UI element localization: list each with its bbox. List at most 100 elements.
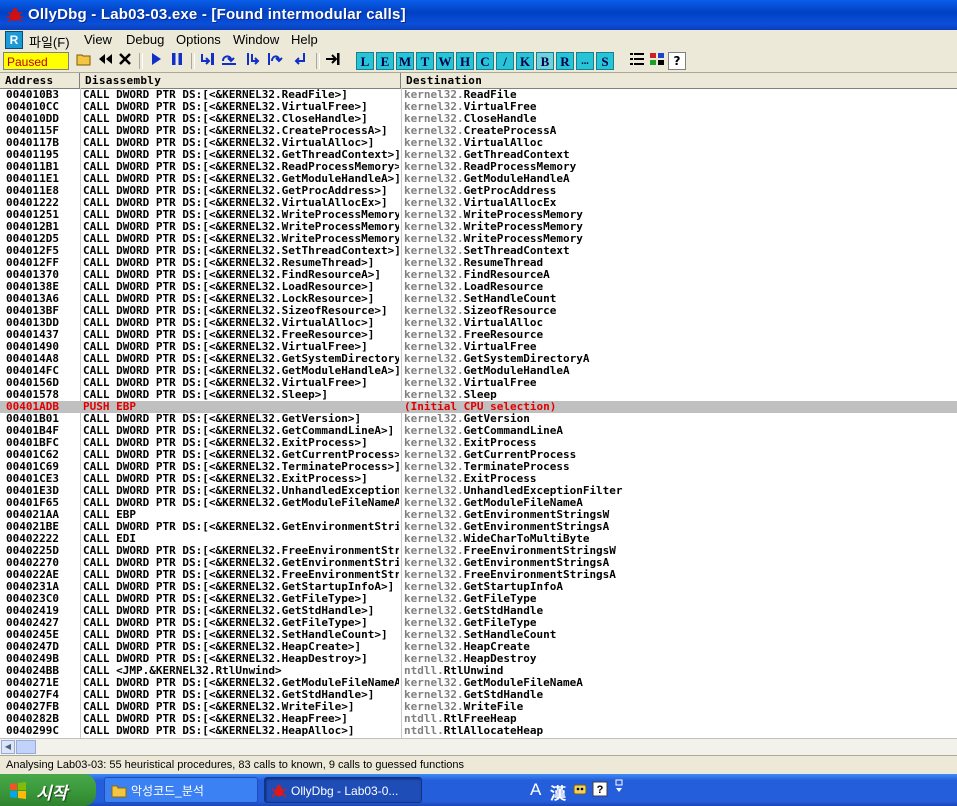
list-icon[interactable] xyxy=(628,52,646,70)
column-destination[interactable]: Destination xyxy=(401,73,957,88)
r-icon[interactable]: R xyxy=(5,31,23,49)
table-row[interactable]: 00401578 CALL DWORD PTR DS:[<&KERNEL32.Sl… xyxy=(0,389,957,401)
step-over-icon[interactable] xyxy=(220,52,238,70)
table-row[interactable]: 004021AA CALL EBP kernel32.GetEnvironmentS… xyxy=(0,509,957,521)
table-row[interactable]: 004013A6 CALL DWORD PTR DS:[<&KERNEL32.Lo… xyxy=(0,293,957,305)
modules-window-button[interactable]: E xyxy=(376,52,394,70)
table-row[interactable]: 004014A8 CALL DWORD PTR DS:[<&KERNEL32.Ge… xyxy=(0,353,957,365)
open-icon[interactable] xyxy=(75,52,93,70)
scroll-left-icon[interactable]: ◀ xyxy=(1,740,15,754)
call-stack-window-button[interactable]: K xyxy=(516,52,534,70)
table-row[interactable]: 00401ADB PUSH EBP (Initial CPU selection) xyxy=(0,401,957,413)
taskbar-item-folder[interactable]: 악성코드_분석 xyxy=(104,777,258,803)
table-row[interactable]: 0040249B CALL DWORD PTR DS:[<&KERNEL32.He… xyxy=(0,653,957,665)
table-row[interactable]: 00401E3D CALL DWORD PTR DS:[<&KERNEL32.Un… xyxy=(0,485,957,497)
table-row[interactable]: 00401CE3 CALL DWORD PTR DS:[<&KERNEL32.Ex… xyxy=(0,473,957,485)
table-row[interactable]: 004021BE CALL DWORD PTR DS:[<&KERNEL32.Ge… xyxy=(0,521,957,533)
help-icon[interactable]: ? xyxy=(668,52,686,70)
source-window-button[interactable]: S xyxy=(596,52,614,70)
table-row[interactable]: 004011B1 CALL DWORD PTR DS:[<&KERNEL32.Re… xyxy=(0,161,957,173)
column-disassembly[interactable]: Disassembly xyxy=(80,73,401,88)
close-icon[interactable] xyxy=(116,52,134,70)
table-row[interactable]: 00401437 CALL DWORD PTR DS:[<&KERNEL32.Fr… xyxy=(0,329,957,341)
table-row[interactable]: 00401251 CALL DWORD PTR DS:[<&KERNEL32.Wr… xyxy=(0,209,957,221)
table-row[interactable]: 00401B01 CALL DWORD PTR DS:[<&KERNEL32.Ge… xyxy=(0,413,957,425)
table-row[interactable]: 004012B1 CALL DWORD PTR DS:[<&KERNEL32.Wr… xyxy=(0,221,957,233)
table-row[interactable]: 00401BFC CALL DWORD PTR DS:[<&KERNEL32.Ex… xyxy=(0,437,957,449)
table-row[interactable]: 0040282B CALL DWORD PTR DS:[<&KERNEL32.He… xyxy=(0,713,957,725)
trace-into-icon[interactable] xyxy=(245,52,263,70)
handles-window-button[interactable]: H xyxy=(456,52,474,70)
table-row[interactable]: 004010DD CALL DWORD PTR DS:[<&KERNEL32.Cl… xyxy=(0,113,957,125)
table-row[interactable]: 004024BB CALL <JMP.&KERNEL32.RtlUnwind> nt… xyxy=(0,665,957,677)
table-row[interactable]: 004012FF CALL DWORD PTR DS:[<&KERNEL32.Re… xyxy=(0,257,957,269)
ime-mode-indicator[interactable]: A xyxy=(530,780,541,800)
references-window-button[interactable]: R xyxy=(556,52,574,70)
table-row[interactable]: 004013DD CALL DWORD PTR DS:[<&KERNEL32.Vi… xyxy=(0,317,957,329)
table-row[interactable]: 0040117B CALL DWORD PTR DS:[<&KERNEL32.Vi… xyxy=(0,137,957,149)
windows-window-button[interactable]: W xyxy=(436,52,454,70)
table-row[interactable]: 004027FB CALL DWORD PTR DS:[<&KERNEL32.Wr… xyxy=(0,701,957,713)
table-row[interactable]: 004010B3 CALL DWORD PTR DS:[<&KERNEL32.Re… xyxy=(0,89,957,101)
table-row[interactable]: 00401222 CALL DWORD PTR DS:[<&KERNEL32.Vi… xyxy=(0,197,957,209)
table-row[interactable]: 004027F4 CALL DWORD PTR DS:[<&KERNEL32.Ge… xyxy=(0,689,957,701)
table-row[interactable]: 004013BF CALL DWORD PTR DS:[<&KERNEL32.Si… xyxy=(0,305,957,317)
cpu-window-button[interactable]: C xyxy=(476,52,494,70)
horizontal-scrollbar[interactable]: ◀ xyxy=(0,738,957,755)
ime-help-icon[interactable]: ? xyxy=(592,781,608,801)
menu-options[interactable]: Options xyxy=(176,32,221,47)
start-button[interactable]: 시작 xyxy=(0,774,96,806)
table-row[interactable]: 0040156D CALL DWORD PTR DS:[<&KERNEL32.Vi… xyxy=(0,377,957,389)
table-row[interactable]: 0040247D CALL DWORD PTR DS:[<&KERNEL32.He… xyxy=(0,641,957,653)
table-row[interactable]: 00401195 CALL DWORD PTR DS:[<&KERNEL32.Ge… xyxy=(0,149,957,161)
table-row[interactable]: 00402419 CALL DWORD PTR DS:[<&KERNEL32.Ge… xyxy=(0,605,957,617)
table-row[interactable]: 00402222 CALL EDI kernel32.WideCharToMulti… xyxy=(0,533,957,545)
table-row[interactable]: 004023C0 CALL DWORD PTR DS:[<&KERNEL32.Ge… xyxy=(0,593,957,605)
table-row[interactable]: 0040271E CALL DWORD PTR DS:[<&KERNEL32.Ge… xyxy=(0,677,957,689)
table-row[interactable]: 004011E8 CALL DWORD PTR DS:[<&KERNEL32.Ge… xyxy=(0,185,957,197)
table-row[interactable]: 004012D5 CALL DWORD PTR DS:[<&KERNEL32.Wr… xyxy=(0,233,957,245)
scroll-thumb[interactable] xyxy=(16,740,36,754)
threads-window-button[interactable]: T xyxy=(416,52,434,70)
menu-view[interactable]: View xyxy=(84,32,112,47)
menu-debug[interactable]: Debug xyxy=(126,32,164,47)
table-row[interactable]: 00402270 CALL DWORD PTR DS:[<&KERNEL32.Ge… xyxy=(0,557,957,569)
table-row[interactable]: 0040225D CALL DWORD PTR DS:[<&KERNEL32.Fr… xyxy=(0,545,957,557)
hanja-indicator[interactable]: 漢 xyxy=(550,780,566,804)
title-bar[interactable]: OllyDbg - Lab03-03.exe - [Found intermod… xyxy=(0,0,957,30)
rewind-icon[interactable] xyxy=(96,52,114,70)
run-trace-window-button[interactable]: ... xyxy=(576,52,594,70)
execute-till-return-icon[interactable] xyxy=(291,52,309,70)
table-row[interactable]: 00401C69 CALL DWORD PTR DS:[<&KERNEL32.Te… xyxy=(0,461,957,473)
table-row[interactable]: 0040299C CALL DWORD PTR DS:[<&KERNEL32.He… xyxy=(0,725,957,737)
table-row[interactable]: 00401370 CALL DWORD PTR DS:[<&KERNEL32.Fi… xyxy=(0,269,957,281)
table-row[interactable]: 004022AE CALL DWORD PTR DS:[<&KERNEL32.Fr… xyxy=(0,569,957,581)
column-address[interactable]: Address xyxy=(0,73,80,88)
table-row[interactable]: 004012F5 CALL DWORD PTR DS:[<&KERNEL32.Se… xyxy=(0,245,957,257)
table-row[interactable]: 0040138E CALL DWORD PTR DS:[<&KERNEL32.Lo… xyxy=(0,281,957,293)
ime-options-icon[interactable] xyxy=(614,779,624,801)
table-row[interactable]: 004011E1 CALL DWORD PTR DS:[<&KERNEL32.Ge… xyxy=(0,173,957,185)
pause-icon[interactable] xyxy=(168,52,186,70)
patches-window-button[interactable]: / xyxy=(496,52,514,70)
menu-window[interactable]: Window xyxy=(233,32,279,47)
table-row[interactable]: 0040245E CALL DWORD PTR DS:[<&KERNEL32.Se… xyxy=(0,629,957,641)
table-row[interactable]: 0040231A CALL DWORD PTR DS:[<&KERNEL32.Ge… xyxy=(0,581,957,593)
table-row[interactable]: 00401F65 CALL DWORD PTR DS:[<&KERNEL32.Ge… xyxy=(0,497,957,509)
table-row[interactable]: 004014FC CALL DWORD PTR DS:[<&KERNEL32.Ge… xyxy=(0,365,957,377)
run-icon[interactable] xyxy=(147,52,165,70)
breakpoints-window-button[interactable]: B xyxy=(536,52,554,70)
table-row[interactable]: 00401B4F CALL DWORD PTR DS:[<&KERNEL32.Ge… xyxy=(0,425,957,437)
memory-window-button[interactable]: M xyxy=(396,52,414,70)
table-row[interactable]: 004010CC CALL DWORD PTR DS:[<&KERNEL32.Vi… xyxy=(0,101,957,113)
log-window-button[interactable]: L xyxy=(356,52,374,70)
table-row[interactable]: 00401C62 CALL DWORD PTR DS:[<&KERNEL32.Ge… xyxy=(0,449,957,461)
table-row[interactable]: 00401490 CALL DWORD PTR DS:[<&KERNEL32.Vi… xyxy=(0,341,957,353)
ime-tool-icon[interactable] xyxy=(572,781,588,801)
menu-help[interactable]: Help xyxy=(291,32,318,47)
taskbar-item-ollydbg[interactable]: OllyDbg - Lab03-0... xyxy=(264,777,422,803)
table-row[interactable]: 00402427 CALL DWORD PTR DS:[<&KERNEL32.Ge… xyxy=(0,617,957,629)
trace-over-icon[interactable] xyxy=(266,52,284,70)
go-to-icon[interactable] xyxy=(324,52,342,70)
appearance-icon[interactable] xyxy=(648,52,666,70)
